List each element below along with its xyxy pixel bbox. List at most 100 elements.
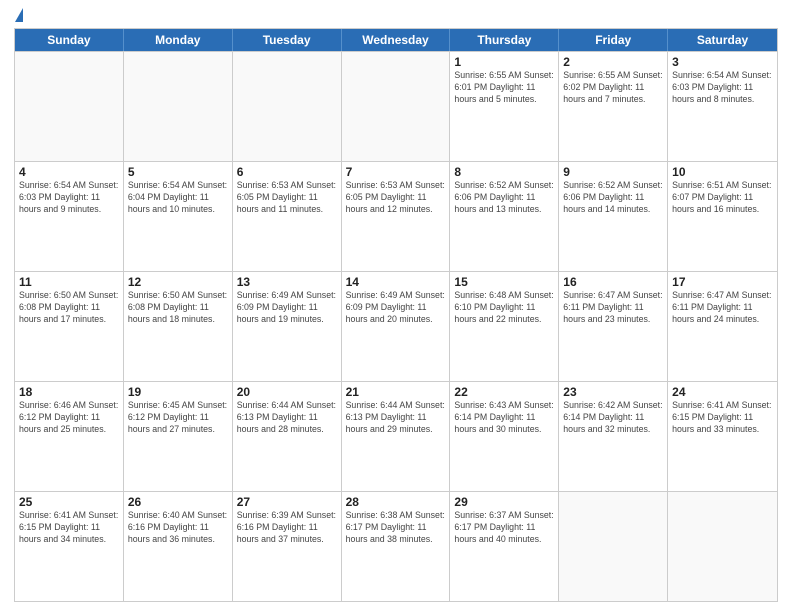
day-number: 13 [237,275,337,289]
day-info: Sunrise: 6:44 AM Sunset: 6:13 PM Dayligh… [237,400,337,436]
weekday-header-wednesday: Wednesday [342,29,451,51]
day-info: Sunrise: 6:47 AM Sunset: 6:11 PM Dayligh… [563,290,663,326]
logo [14,10,23,22]
day-info: Sunrise: 6:37 AM Sunset: 6:17 PM Dayligh… [454,510,554,546]
day-info: Sunrise: 6:54 AM Sunset: 6:03 PM Dayligh… [672,70,773,106]
day-number: 10 [672,165,773,179]
weekday-header-friday: Friday [559,29,668,51]
day-cell-empty-4-5 [559,492,668,601]
day-number: 18 [19,385,119,399]
day-number: 20 [237,385,337,399]
weekday-header-monday: Monday [124,29,233,51]
day-info: Sunrise: 6:54 AM Sunset: 6:03 PM Dayligh… [19,180,119,216]
day-info: Sunrise: 6:51 AM Sunset: 6:07 PM Dayligh… [672,180,773,216]
day-cell-26: 26Sunrise: 6:40 AM Sunset: 6:16 PM Dayli… [124,492,233,601]
day-info: Sunrise: 6:38 AM Sunset: 6:17 PM Dayligh… [346,510,446,546]
day-number: 11 [19,275,119,289]
day-cell-11: 11Sunrise: 6:50 AM Sunset: 6:08 PM Dayli… [15,272,124,381]
day-info: Sunrise: 6:50 AM Sunset: 6:08 PM Dayligh… [19,290,119,326]
day-info: Sunrise: 6:39 AM Sunset: 6:16 PM Dayligh… [237,510,337,546]
day-info: Sunrise: 6:47 AM Sunset: 6:11 PM Dayligh… [672,290,773,326]
calendar-body: 1Sunrise: 6:55 AM Sunset: 6:01 PM Daylig… [15,51,777,601]
header [14,10,778,22]
day-cell-empty-0-1 [124,52,233,161]
day-number: 1 [454,55,554,69]
calendar: SundayMondayTuesdayWednesdayThursdayFrid… [14,28,778,602]
day-cell-14: 14Sunrise: 6:49 AM Sunset: 6:09 PM Dayli… [342,272,451,381]
day-number: 7 [346,165,446,179]
day-number: 19 [128,385,228,399]
day-cell-empty-0-0 [15,52,124,161]
day-info: Sunrise: 6:53 AM Sunset: 6:05 PM Dayligh… [346,180,446,216]
day-info: Sunrise: 6:42 AM Sunset: 6:14 PM Dayligh… [563,400,663,436]
calendar-row-2: 4Sunrise: 6:54 AM Sunset: 6:03 PM Daylig… [15,161,777,271]
day-number: 9 [563,165,663,179]
day-number: 8 [454,165,554,179]
day-info: Sunrise: 6:45 AM Sunset: 6:12 PM Dayligh… [128,400,228,436]
day-info: Sunrise: 6:55 AM Sunset: 6:02 PM Dayligh… [563,70,663,106]
day-info: Sunrise: 6:40 AM Sunset: 6:16 PM Dayligh… [128,510,228,546]
day-cell-6: 6Sunrise: 6:53 AM Sunset: 6:05 PM Daylig… [233,162,342,271]
day-cell-19: 19Sunrise: 6:45 AM Sunset: 6:12 PM Dayli… [124,382,233,491]
day-number: 14 [346,275,446,289]
day-cell-12: 12Sunrise: 6:50 AM Sunset: 6:08 PM Dayli… [124,272,233,381]
day-number: 26 [128,495,228,509]
day-cell-4: 4Sunrise: 6:54 AM Sunset: 6:03 PM Daylig… [15,162,124,271]
day-cell-24: 24Sunrise: 6:41 AM Sunset: 6:15 PM Dayli… [668,382,777,491]
calendar-row-4: 18Sunrise: 6:46 AM Sunset: 6:12 PM Dayli… [15,381,777,491]
day-number: 15 [454,275,554,289]
day-cell-empty-4-6 [668,492,777,601]
weekday-header-thursday: Thursday [450,29,559,51]
day-cell-18: 18Sunrise: 6:46 AM Sunset: 6:12 PM Dayli… [15,382,124,491]
day-number: 4 [19,165,119,179]
day-number: 12 [128,275,228,289]
day-number: 21 [346,385,446,399]
day-cell-15: 15Sunrise: 6:48 AM Sunset: 6:10 PM Dayli… [450,272,559,381]
day-number: 2 [563,55,663,69]
weekday-header-tuesday: Tuesday [233,29,342,51]
day-cell-27: 27Sunrise: 6:39 AM Sunset: 6:16 PM Dayli… [233,492,342,601]
day-number: 6 [237,165,337,179]
day-cell-13: 13Sunrise: 6:49 AM Sunset: 6:09 PM Dayli… [233,272,342,381]
day-number: 23 [563,385,663,399]
day-info: Sunrise: 6:55 AM Sunset: 6:01 PM Dayligh… [454,70,554,106]
day-cell-3: 3Sunrise: 6:54 AM Sunset: 6:03 PM Daylig… [668,52,777,161]
day-cell-empty-0-3 [342,52,451,161]
weekday-header-saturday: Saturday [668,29,777,51]
calendar-row-1: 1Sunrise: 6:55 AM Sunset: 6:01 PM Daylig… [15,51,777,161]
day-number: 27 [237,495,337,509]
page: SundayMondayTuesdayWednesdayThursdayFrid… [0,0,792,612]
day-number: 5 [128,165,228,179]
day-info: Sunrise: 6:52 AM Sunset: 6:06 PM Dayligh… [563,180,663,216]
day-number: 17 [672,275,773,289]
day-cell-10: 10Sunrise: 6:51 AM Sunset: 6:07 PM Dayli… [668,162,777,271]
day-info: Sunrise: 6:44 AM Sunset: 6:13 PM Dayligh… [346,400,446,436]
day-cell-23: 23Sunrise: 6:42 AM Sunset: 6:14 PM Dayli… [559,382,668,491]
day-info: Sunrise: 6:46 AM Sunset: 6:12 PM Dayligh… [19,400,119,436]
day-cell-16: 16Sunrise: 6:47 AM Sunset: 6:11 PM Dayli… [559,272,668,381]
day-number: 28 [346,495,446,509]
day-cell-9: 9Sunrise: 6:52 AM Sunset: 6:06 PM Daylig… [559,162,668,271]
day-number: 3 [672,55,773,69]
day-info: Sunrise: 6:52 AM Sunset: 6:06 PM Dayligh… [454,180,554,216]
weekday-header-sunday: Sunday [15,29,124,51]
day-info: Sunrise: 6:53 AM Sunset: 6:05 PM Dayligh… [237,180,337,216]
calendar-row-3: 11Sunrise: 6:50 AM Sunset: 6:08 PM Dayli… [15,271,777,381]
day-info: Sunrise: 6:43 AM Sunset: 6:14 PM Dayligh… [454,400,554,436]
day-info: Sunrise: 6:41 AM Sunset: 6:15 PM Dayligh… [672,400,773,436]
day-cell-2: 2Sunrise: 6:55 AM Sunset: 6:02 PM Daylig… [559,52,668,161]
calendar-row-5: 25Sunrise: 6:41 AM Sunset: 6:15 PM Dayli… [15,491,777,601]
day-cell-22: 22Sunrise: 6:43 AM Sunset: 6:14 PM Dayli… [450,382,559,491]
day-number: 16 [563,275,663,289]
day-number: 22 [454,385,554,399]
day-info: Sunrise: 6:54 AM Sunset: 6:04 PM Dayligh… [128,180,228,216]
day-cell-28: 28Sunrise: 6:38 AM Sunset: 6:17 PM Dayli… [342,492,451,601]
day-number: 29 [454,495,554,509]
day-cell-7: 7Sunrise: 6:53 AM Sunset: 6:05 PM Daylig… [342,162,451,271]
day-info: Sunrise: 6:49 AM Sunset: 6:09 PM Dayligh… [346,290,446,326]
day-info: Sunrise: 6:50 AM Sunset: 6:08 PM Dayligh… [128,290,228,326]
day-number: 25 [19,495,119,509]
day-cell-21: 21Sunrise: 6:44 AM Sunset: 6:13 PM Dayli… [342,382,451,491]
day-cell-8: 8Sunrise: 6:52 AM Sunset: 6:06 PM Daylig… [450,162,559,271]
day-cell-1: 1Sunrise: 6:55 AM Sunset: 6:01 PM Daylig… [450,52,559,161]
